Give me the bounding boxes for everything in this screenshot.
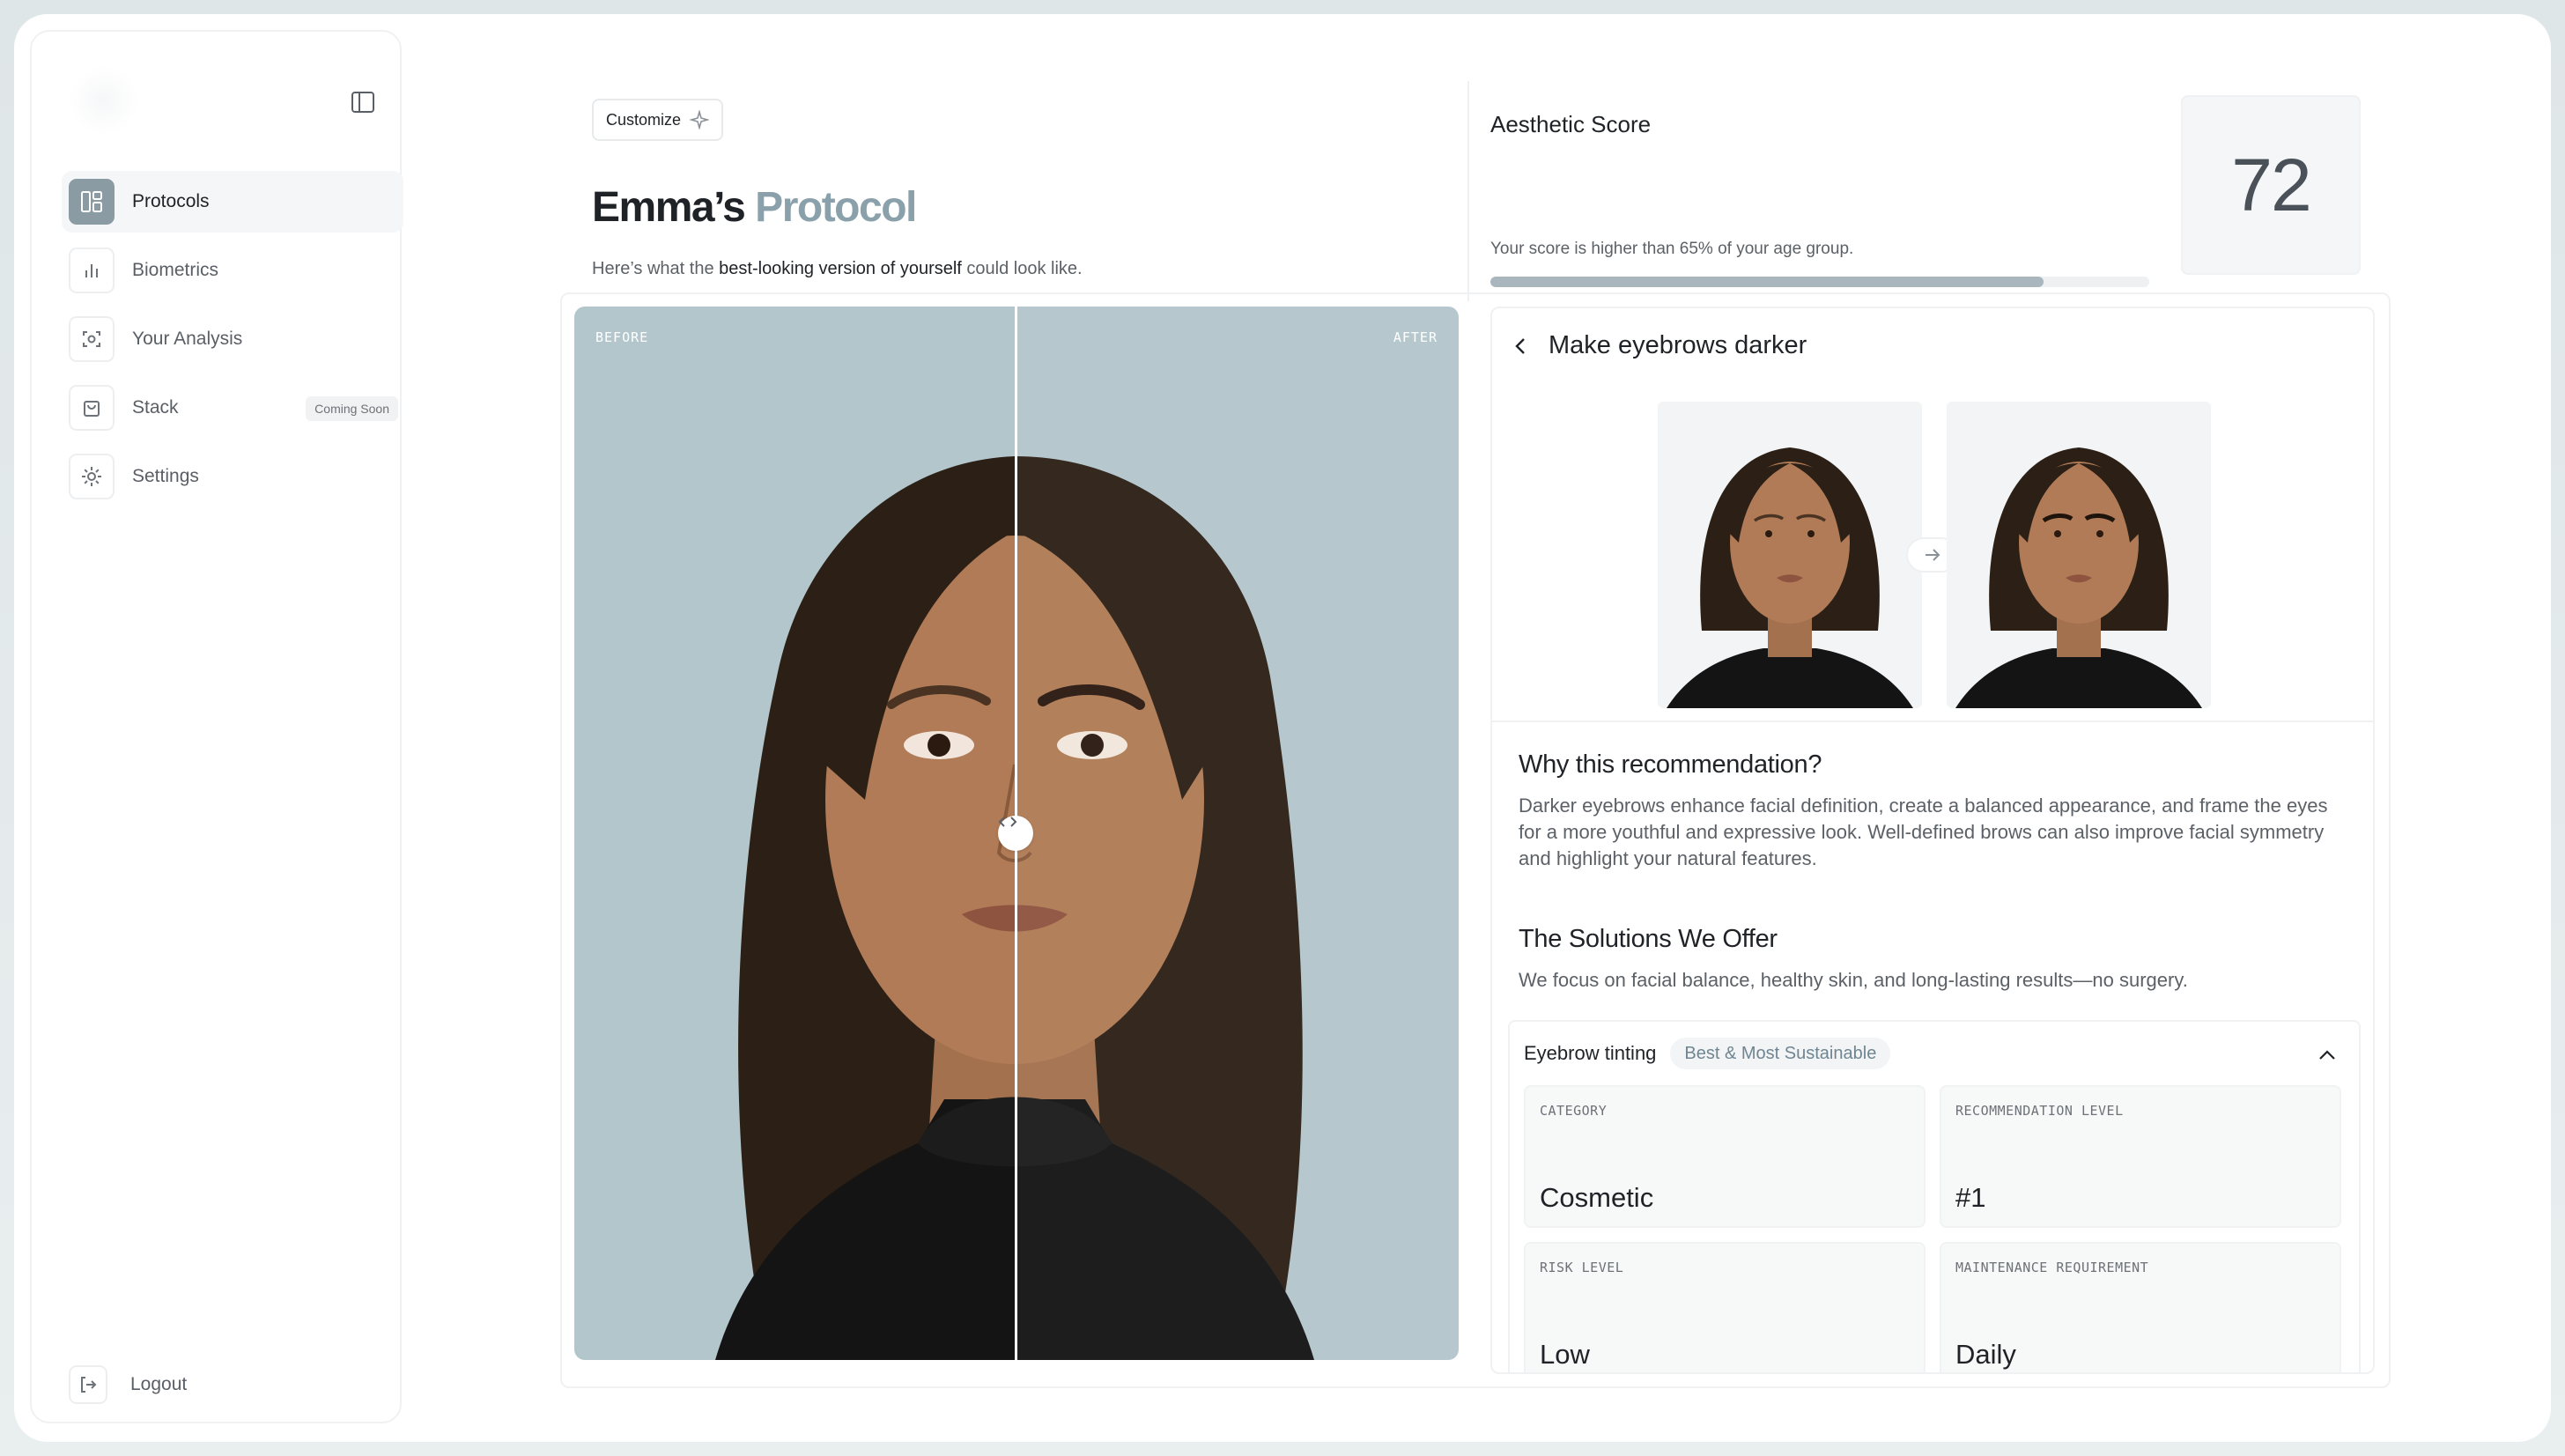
sidebar-item-biometrics[interactable]: Biometrics [62, 240, 403, 301]
solution-badge: Best & Most Sustainable [1670, 1038, 1891, 1069]
why-text: Darker eyebrows enhance facial definitio… [1519, 795, 2328, 869]
logout-button[interactable]: Logout [69, 1365, 187, 1404]
why-heading: Why this recommendation? [1519, 750, 1822, 779]
sidebar-item-protocols[interactable]: Protocols [62, 171, 403, 233]
sidebar-nav: Protocols Biometrics Your Analysis Stack [62, 171, 403, 514]
bar-chart-icon [69, 248, 115, 293]
solution-name: Eyebrow tinting [1524, 1042, 1657, 1064]
title-accent: Protocol [755, 184, 917, 231]
sidebar: Protocols Biometrics Your Analysis Stack [30, 30, 403, 1423]
before-after-slider[interactable]: BEFORE AFTER [574, 307, 1459, 1360]
app-window: Protocols Biometrics Your Analysis Stack [14, 14, 2551, 1442]
detail-tile-risk-level: RISK LEVEL Low [1524, 1242, 1926, 1372]
chevron-up-icon [2319, 1050, 2335, 1060]
detail-tile-recommendation-level: RECOMMENDATION LEVEL #1 [1940, 1085, 2341, 1228]
tile-value: Daily [1955, 1339, 2016, 1370]
sidebar-toggle-button[interactable] [344, 83, 382, 122]
header-divider [1467, 81, 1469, 301]
layout-icon [69, 179, 115, 225]
page-title: Emma’s Protocol [592, 183, 917, 232]
after-thumbnail [1947, 402, 2211, 708]
arrow-right-icon [1926, 549, 1940, 561]
gear-icon [69, 454, 115, 499]
tile-label: MAINTENANCE REQUIREMENT [1955, 1260, 2149, 1275]
sidebar-item-label: Protocols [132, 191, 210, 211]
customize-label: Customize [606, 110, 682, 129]
tile-value: Low [1540, 1339, 1590, 1370]
sidebar-item-label: Settings [132, 466, 199, 486]
back-button[interactable]: Make eyebrows darker [1513, 331, 1807, 360]
customize-button[interactable]: Customize [592, 99, 724, 141]
scan-face-icon [69, 316, 115, 362]
panel-divider [1492, 721, 2373, 722]
tile-value: Cosmetic [1540, 1182, 1654, 1213]
recommendation-title: Make eyebrows darker [1549, 331, 1807, 359]
sidebar-item-label: Stack [132, 397, 179, 418]
logout-label: Logout [130, 1374, 188, 1394]
sidebar-item-label: Biometrics [132, 260, 219, 280]
after-label: AFTER [1393, 329, 1438, 345]
before-label: BEFORE [595, 329, 649, 345]
solution-card: Eyebrow tinting Best & Most Sustainable … [1508, 1020, 2361, 1372]
score-progress-bar [1490, 277, 2149, 287]
page-subtitle: Here’s what the best-looking version of … [592, 259, 1083, 279]
subtitle-post: could look like. [961, 259, 1083, 278]
sidebar-item-your-analysis[interactable]: Your Analysis [62, 308, 403, 370]
title-name: Emma’s [592, 184, 746, 231]
solution-header[interactable]: Eyebrow tinting Best & Most Sustainable [1524, 1038, 1891, 1069]
coming-soon-badge: Coming Soon [306, 396, 398, 421]
chevron-left-icon [1515, 337, 1525, 354]
drag-arrows-icon [998, 817, 1017, 827]
collapse-toggle[interactable] [2313, 1041, 2341, 1069]
score-description: Your score is higher than 65% of your ag… [1490, 240, 1854, 258]
detail-tile-maintenance: MAINTENANCE REQUIREMENT Daily [1940, 1242, 2341, 1372]
solutions-text: We focus on facial balance, healthy skin… [1519, 969, 2188, 991]
tile-label: RECOMMENDATION LEVEL [1955, 1103, 2124, 1119]
tile-value: #1 [1955, 1182, 1986, 1213]
tile-label: CATEGORY [1540, 1103, 1608, 1119]
sparkle-icon [690, 110, 710, 129]
tile-label: RISK LEVEL [1540, 1260, 1624, 1275]
score-value: 72 [2181, 95, 2361, 275]
score-title: Aesthetic Score [1490, 111, 1652, 137]
before-thumbnail [1658, 402, 1922, 708]
split-handle[interactable] [998, 816, 1033, 851]
logout-icon [69, 1365, 107, 1404]
score-progress-fill [1490, 277, 2044, 287]
bag-icon [69, 385, 115, 431]
sidebar-item-stack[interactable]: Stack Coming Soon [62, 377, 403, 439]
solutions-heading: The Solutions We Offer [1519, 925, 1778, 953]
subtitle-bold: best-looking version of yourself [719, 259, 962, 278]
recommendation-panel: Make eyebrows darker Why this recommenda… [1490, 307, 2375, 1374]
sidebar-item-label: Your Analysis [132, 329, 243, 349]
subtitle-pre: Here’s what the [592, 259, 720, 278]
detail-tile-category: CATEGORY Cosmetic [1524, 1085, 1926, 1228]
app-logo [69, 65, 139, 136]
sidebar-item-settings[interactable]: Settings [62, 446, 403, 507]
sidebar-panel-icon [351, 92, 374, 113]
